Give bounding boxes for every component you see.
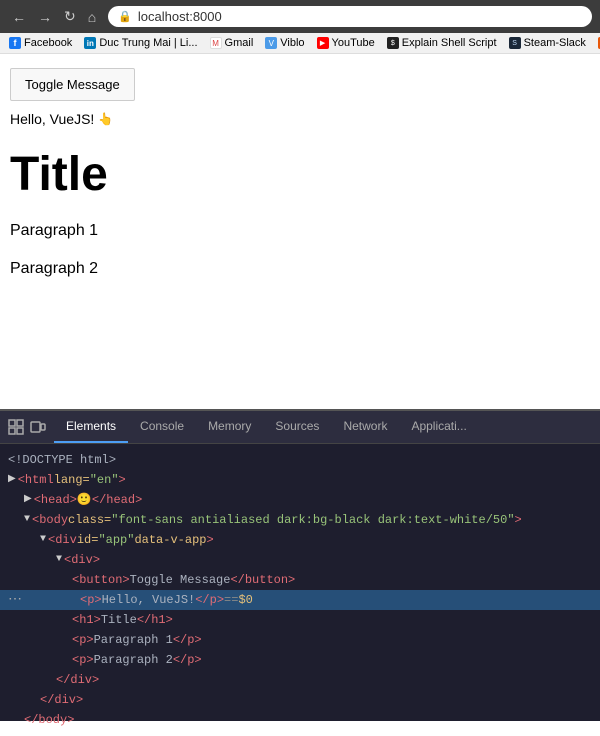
code-line: <p>Paragraph 1</p> xyxy=(0,630,600,650)
url-text: localhost:8000 xyxy=(138,9,222,24)
collapse-arrow[interactable]: ▼ xyxy=(56,551,62,569)
bookmark-explain-shell[interactable]: $ Explain Shell Script xyxy=(384,36,500,50)
devtools-icons xyxy=(0,413,54,441)
bookmarks-bar: f Facebook in Duc Trung Mai | Li... M Gm… xyxy=(0,33,600,54)
youtube-icon: ▶ xyxy=(317,37,329,49)
tab-elements[interactable]: Elements xyxy=(54,411,128,443)
hello-message: Hello, VueJS! 👆 xyxy=(10,111,590,127)
code-line: ▶ <html lang="en"> xyxy=(0,470,600,490)
steam-icon: S xyxy=(509,37,521,49)
linkedin-icon: in xyxy=(84,37,96,49)
toggle-message-button[interactable]: Toggle Message xyxy=(10,68,135,101)
page-content: Toggle Message Hello, VueJS! 👆 Title Par… xyxy=(0,54,600,409)
bookmark-youtube[interactable]: ▶ YouTube xyxy=(314,36,378,50)
code-line: ▼ <body class="font-sans antialiased dar… xyxy=(0,510,600,530)
paragraph-1: Paragraph 1 xyxy=(10,222,590,240)
three-dots-icon[interactable]: ⋯ xyxy=(8,591,22,609)
bookmark-gmail[interactable]: M Gmail xyxy=(207,36,257,50)
forward-button[interactable]: → xyxy=(34,7,56,27)
code-line: <p>Paragraph 2</p> xyxy=(0,650,600,670)
tab-sources[interactable]: Sources xyxy=(263,411,331,443)
back-button[interactable]: ← xyxy=(8,7,30,27)
gmail-icon: M xyxy=(210,37,222,49)
bookmark-steam-slack[interactable]: S Steam-Slack xyxy=(506,36,589,50)
code-line: </body> xyxy=(0,710,600,730)
nav-buttons: ← → ↻ ⌂ xyxy=(8,6,100,27)
browser-chrome: ← → ↻ ⌂ 🔒 localhost:8000 f Facebook in D… xyxy=(0,0,600,54)
page-title: Title xyxy=(10,147,590,202)
hello-text: Hello, VueJS! xyxy=(10,111,94,127)
bookmark-viblo[interactable]: V Viblo xyxy=(262,36,307,50)
bookmark-label: Gmail xyxy=(225,37,254,49)
code-line: <!DOCTYPE html> xyxy=(0,450,600,470)
devtools-toolbar: Elements Console Memory Sources Network … xyxy=(0,411,600,444)
navigation-bar: ← → ↻ ⌂ 🔒 localhost:8000 xyxy=(0,0,600,33)
inspector-icon[interactable] xyxy=(8,419,24,435)
code-area: <!DOCTYPE html> ▶ <html lang="en"> ▶ <he… xyxy=(0,444,600,736)
code-line: <h1>Title</h1> xyxy=(0,610,600,630)
collapse-arrow[interactable]: ▼ xyxy=(24,511,30,529)
reload-button[interactable]: ↻ xyxy=(60,6,80,27)
collapse-arrow[interactable]: ▼ xyxy=(40,531,46,549)
collapse-arrow[interactable]: ▶ xyxy=(8,471,16,489)
code-line: </div> xyxy=(0,670,600,690)
devtools-panel: Elements Console Memory Sources Network … xyxy=(0,409,600,721)
bookmark-label: Duc Trung Mai | Li... xyxy=(99,37,197,49)
bookmark-label: Viblo xyxy=(280,37,304,49)
code-line: ▼ <div id="app" data-v-app> xyxy=(0,530,600,550)
lock-icon: 🔒 xyxy=(118,10,132,23)
bookmark-label: Facebook xyxy=(24,37,72,49)
shell-icon: $ xyxy=(387,37,399,49)
collapse-arrow[interactable]: ▶ xyxy=(24,491,32,509)
tab-network[interactable]: Network xyxy=(331,411,399,443)
code-line: ▼ <div> xyxy=(0,550,600,570)
home-button[interactable]: ⌂ xyxy=(84,7,100,27)
bookmark-facebook[interactable]: f Facebook xyxy=(6,36,75,50)
devtools-tabs: Elements Console Memory Sources Network … xyxy=(54,411,600,443)
code-line: </div> xyxy=(0,690,600,710)
bookmark-fullstack-cafe[interactable]: F Fullstack-Cafe xyxy=(595,36,600,50)
tab-console[interactable]: Console xyxy=(128,411,196,443)
bookmark-label: Explain Shell Script xyxy=(402,37,497,49)
tab-application[interactable]: Applicati... xyxy=(399,411,478,443)
bookmark-label: Steam-Slack xyxy=(524,37,586,49)
cursor-icon: 👆 xyxy=(98,112,113,126)
paragraph-2: Paragraph 2 xyxy=(10,260,590,278)
device-toggle-icon[interactable] xyxy=(30,419,46,435)
code-line-highlighted: ⋯ <p>Hello, VueJS!</p> == $0 xyxy=(0,590,600,610)
viblo-icon: V xyxy=(265,37,277,49)
bookmark-linkedin[interactable]: in Duc Trung Mai | Li... xyxy=(81,36,200,50)
code-line: ▶ <head>🙂</head> xyxy=(0,490,600,510)
bookmark-label: YouTube xyxy=(332,37,375,49)
tab-memory[interactable]: Memory xyxy=(196,411,263,443)
code-line: <button>Toggle Message</button> xyxy=(0,570,600,590)
address-bar[interactable]: 🔒 localhost:8000 xyxy=(108,6,592,27)
facebook-icon: f xyxy=(9,37,21,49)
